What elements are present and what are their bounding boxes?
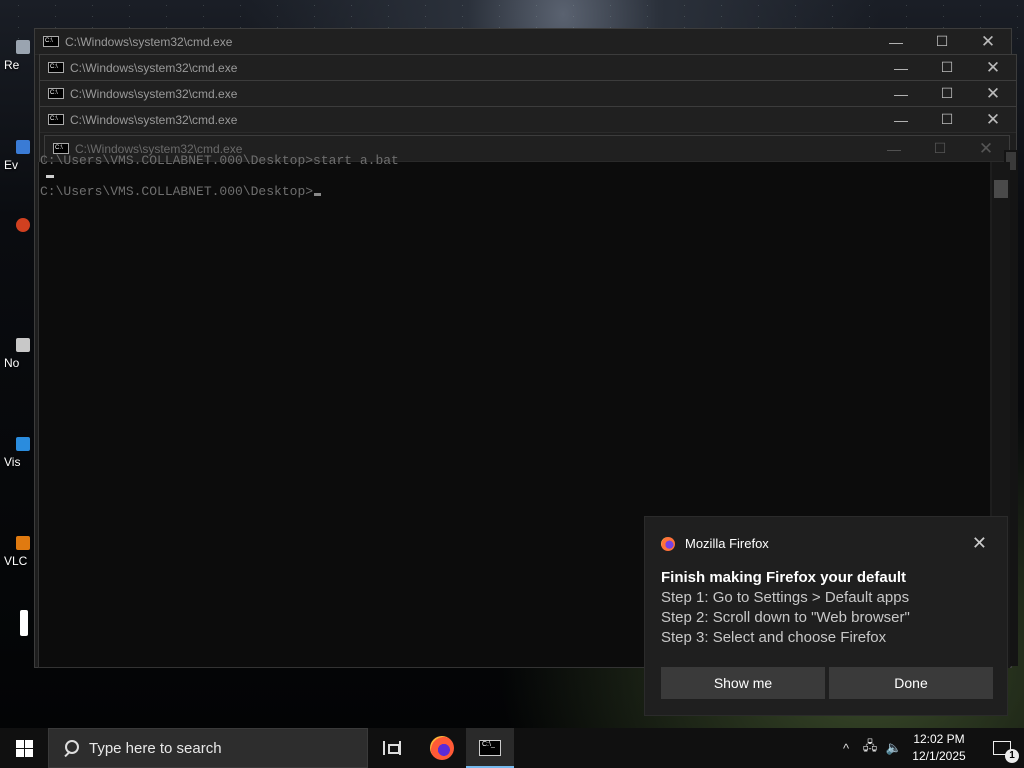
firefox-icon: [661, 536, 675, 551]
network-icon: 🖧: [862, 738, 878, 753]
cmd-icon: C:\: [48, 114, 64, 125]
search-icon: [63, 740, 79, 756]
desktop-icon-vlc[interactable]: VLC: [4, 536, 34, 568]
taskbar-clock[interactable]: 12:02 PM 12/1/2025: [904, 731, 974, 765]
clock-time: 12:02 PM: [913, 732, 965, 746]
desktop-icon-app[interactable]: [4, 218, 34, 236]
desktop-icon-label: Vis: [4, 455, 21, 469]
close-button[interactable]: ✕: [963, 139, 1009, 159]
console-line: C:\Users\VMS.COLLABNET.000\Desktop>start…: [40, 153, 399, 168]
toast-title: Finish making Firefox your default: [661, 569, 907, 586]
desktop-icon-label: VLC: [4, 554, 28, 568]
cmd-icon: C:\: [48, 62, 64, 73]
close-button[interactable]: ✕: [970, 58, 1016, 78]
toast-step-2: Step 2: Scroll down to "Web browser": [661, 609, 910, 626]
desktop-icon-ev[interactable]: Ev: [4, 140, 34, 172]
vlc-icon: [16, 536, 30, 550]
desktop-icon-label: Re: [4, 58, 20, 72]
notepad-icon: [16, 338, 30, 352]
notification-count-badge: 1: [1005, 749, 1019, 763]
window-title: C:\Windows\system32\cmd.exe: [70, 86, 238, 101]
desktop-icon-recycle-bin[interactable]: Re: [4, 40, 34, 72]
recycle-bin-icon: [16, 40, 30, 54]
minimize-button[interactable]: —: [878, 60, 924, 76]
console-prompt-text: C:\Users\VMS.COLLABNET.000\Desktop>: [40, 184, 314, 199]
firefox-default-notification[interactable]: Mozilla Firefox ✕ Finish making Firefox …: [644, 516, 1008, 716]
minimize-button[interactable]: —: [878, 86, 924, 102]
toast-app-name: Mozilla Firefox: [685, 536, 769, 551]
toast-header: Mozilla Firefox: [661, 536, 769, 551]
minimize-button[interactable]: —: [871, 141, 917, 157]
app-shortcut-icon: [16, 218, 30, 232]
volume-tray-button[interactable]: 🔈: [882, 728, 906, 768]
visual-studio-icon: [16, 437, 30, 451]
window-title: C:\Windows\system32\cmd.exe: [65, 34, 233, 49]
windows-logo-icon: [15, 739, 33, 757]
file-icon: [20, 610, 28, 636]
close-button[interactable]: ✕: [965, 32, 1011, 52]
maximize-button[interactable]: ☐: [924, 111, 970, 128]
chevron-up-icon: ^: [842, 740, 850, 756]
prompt-cursor: [314, 193, 322, 196]
show-me-button[interactable]: Show me: [661, 667, 825, 699]
desktop-icon-notepad[interactable]: No: [4, 338, 34, 370]
desktop-icon-file[interactable]: [4, 610, 34, 640]
console-prompt: C:\Users\VMS.COLLABNET.000\Desktop>: [40, 184, 322, 199]
desktop-icon-visual-studio[interactable]: Vis: [4, 437, 34, 469]
console-cursor: [46, 175, 54, 178]
cmd-icon: C:\_: [479, 740, 501, 756]
cmd-icon: C:\: [43, 36, 59, 47]
maximize-button[interactable]: ☐: [924, 85, 970, 102]
start-button[interactable]: [0, 728, 48, 768]
toast-step-3: Step 3: Select and choose Firefox: [661, 629, 887, 646]
desktop-icon-label: No: [4, 356, 20, 370]
search-placeholder: Type here to search: [89, 739, 222, 757]
close-button[interactable]: ✕: [970, 84, 1016, 104]
maximize-button[interactable]: ☐: [919, 33, 965, 50]
taskbar: Type here to search C:\_ ^ 🖧 🔈 12:02 PM …: [0, 728, 1024, 768]
desktop: Re Ev No Vis VLC C:\ C:\Windows\system32…: [0, 0, 1024, 728]
action-center-button[interactable]: 1: [980, 728, 1024, 768]
firefox-icon: [430, 736, 454, 760]
show-hidden-icons-button[interactable]: ^: [836, 728, 856, 768]
taskbar-firefox[interactable]: [418, 728, 466, 768]
notification-icon: 1: [993, 741, 1019, 763]
desktop-icon-label: Ev: [4, 158, 19, 172]
maximize-button[interactable]: ☐: [917, 140, 963, 157]
task-view-icon: [383, 741, 401, 755]
window-title: C:\Windows\system32\cmd.exe: [70, 112, 238, 127]
window-titlebar[interactable]: C:\ C:\Windows\system32\cmd.exe — ☐ ✕: [40, 55, 1016, 81]
done-button[interactable]: Done: [829, 667, 993, 699]
cmd-icon: C:\: [48, 88, 64, 99]
maximize-button[interactable]: ☐: [924, 59, 970, 76]
task-view-button[interactable]: [368, 728, 416, 768]
scrollbar-thumb[interactable]: [994, 180, 1008, 198]
minimize-button[interactable]: —: [878, 112, 924, 128]
window-title: C:\Windows\system32\cmd.exe: [70, 60, 238, 75]
network-tray-button[interactable]: 🖧: [858, 728, 882, 768]
taskbar-cmd[interactable]: C:\_: [466, 728, 514, 768]
window-titlebar[interactable]: C:\ C:\Windows\system32\cmd.exe — ☐ ✕: [40, 107, 1016, 133]
close-button[interactable]: ✕: [970, 110, 1016, 130]
toast-step-1: Step 1: Go to Settings > Default apps: [661, 589, 910, 606]
app-shortcut-icon: [16, 140, 30, 154]
taskbar-search-box[interactable]: Type here to search: [48, 728, 368, 768]
clock-date: 12/1/2025: [912, 749, 966, 763]
window-titlebar[interactable]: C:\ C:\Windows\system32\cmd.exe — ☐ ✕: [40, 81, 1016, 107]
volume-muted-icon: 🔈: [885, 740, 903, 755]
close-icon[interactable]: ✕: [972, 533, 987, 554]
minimize-button[interactable]: —: [873, 34, 919, 50]
window-titlebar[interactable]: C:\ C:\Windows\system32\cmd.exe — ☐ ✕: [35, 29, 1011, 55]
